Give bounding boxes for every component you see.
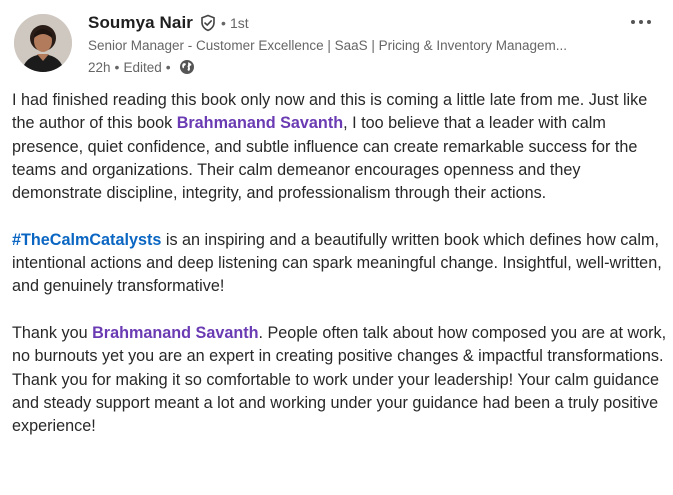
linkedin-post: Soumya Nair • 1st Senior Manager - Custo… [0, 0, 673, 495]
author-name[interactable]: Soumya Nair [88, 13, 193, 33]
post-paragraph: I had finished reading this book only no… [12, 89, 667, 205]
post-paragraph: Thank you Brahmanand Savanth. People oft… [12, 322, 667, 438]
author-mention-link[interactable]: Brahmanand Savanth [92, 324, 258, 342]
post-paragraph: #TheCalmCatalysts is an inspiring and a … [12, 229, 667, 299]
author-meta: Soumya Nair • 1st Senior Manager - Custo… [88, 10, 601, 78]
avatar-image [14, 14, 72, 72]
connection-degree: 1st [229, 15, 249, 31]
avatar[interactable] [14, 14, 72, 72]
post-header: Soumya Nair • 1st Senior Manager - Custo… [12, 10, 661, 76]
globe-icon [179, 59, 195, 75]
author-mention-link[interactable]: Brahmanand Savanth [177, 114, 343, 132]
post-content: I had finished reading this book only no… [12, 89, 667, 438]
author-headline: Senior Manager - Customer Excellence | S… [88, 38, 567, 53]
author-name-row: Soumya Nair • 1st [88, 10, 601, 36]
post-text: Thank you [12, 323, 93, 342]
post-timestamp-row: 22h • Edited • [88, 56, 601, 78]
separator-dot: • [165, 59, 171, 75]
verified-shield-icon [199, 14, 217, 32]
separator-dot: • [114, 59, 120, 75]
separator-dot: • [221, 15, 226, 31]
more-options-icon[interactable] [627, 12, 655, 32]
hashtag-link[interactable]: #TheCalmCatalysts [12, 231, 161, 249]
edited-label: Edited [123, 59, 162, 75]
post-time: 22h [88, 59, 111, 75]
